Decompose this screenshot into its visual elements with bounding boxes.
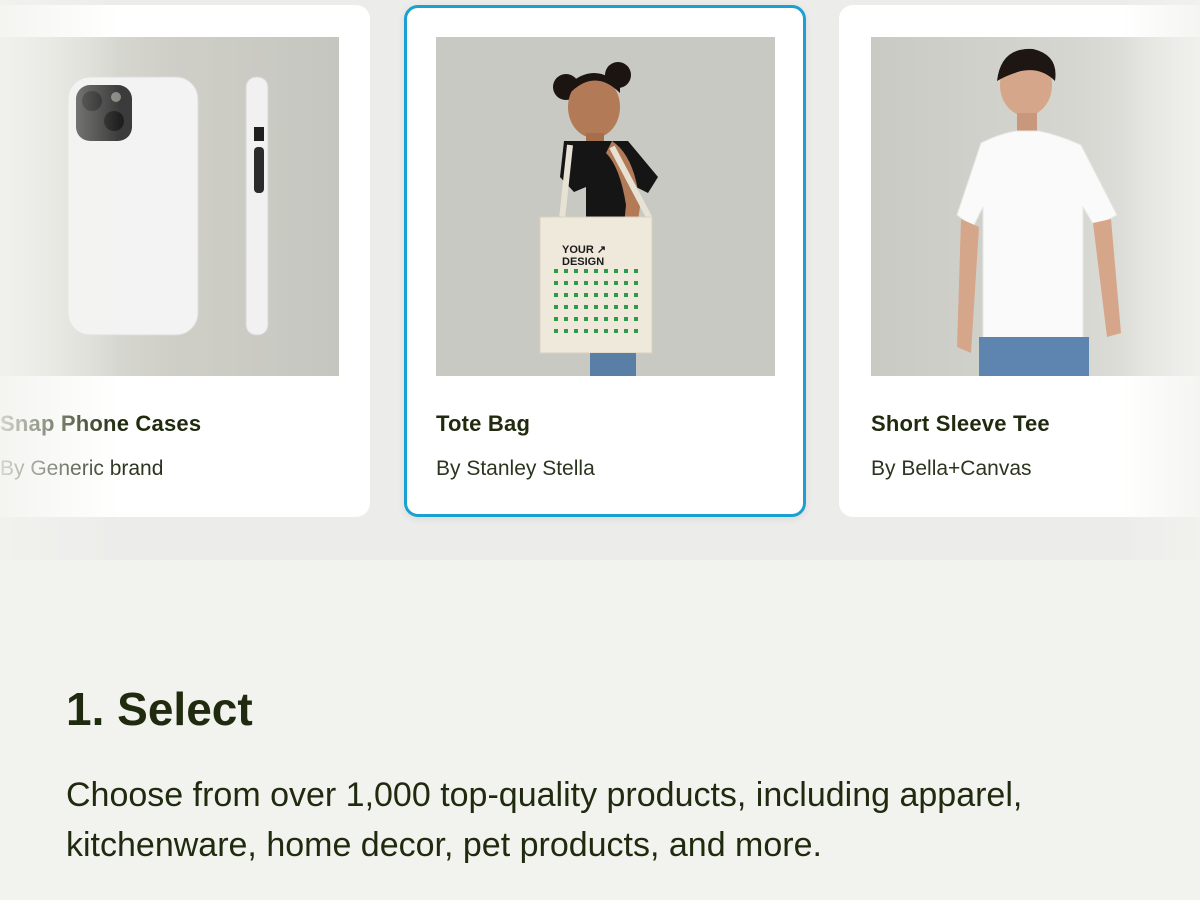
product-brand: By Bella+Canvas — [871, 457, 1032, 480]
product-card-short-sleeve-tee[interactable]: Short Sleeve Tee By Bella+Canvas — [839, 5, 1200, 517]
product-brand: By Stanley Stella — [436, 457, 595, 480]
tote-bag-image: YOUR ↗ DESIGN — [436, 37, 775, 376]
step-description: Choose from over 1,000 top-quality produ… — [66, 776, 1023, 864]
product-card-tote-bag[interactable]: YOUR ↗ DESIGN Tote Bag By Stanley Stella — [404, 5, 806, 517]
svg-text:DESIGN: DESIGN — [562, 256, 604, 268]
product-title: Snap Phone Cases — [0, 411, 202, 436]
product-brand: By Generic brand — [0, 457, 164, 480]
product-carousel: Snap Phone Cases By Generic brand YOUR ↗… — [0, 0, 1200, 560]
product-title: Short Sleeve Tee — [871, 411, 1050, 436]
product-card-phone-cases[interactable]: Snap Phone Cases By Generic brand — [0, 5, 370, 517]
tee-image — [871, 37, 1200, 376]
product-title: Tote Bag — [436, 411, 531, 436]
step-title: 1. Select — [66, 683, 253, 735]
phone-case-image — [0, 37, 339, 376]
svg-text:YOUR ↗: YOUR ↗ — [562, 244, 606, 256]
